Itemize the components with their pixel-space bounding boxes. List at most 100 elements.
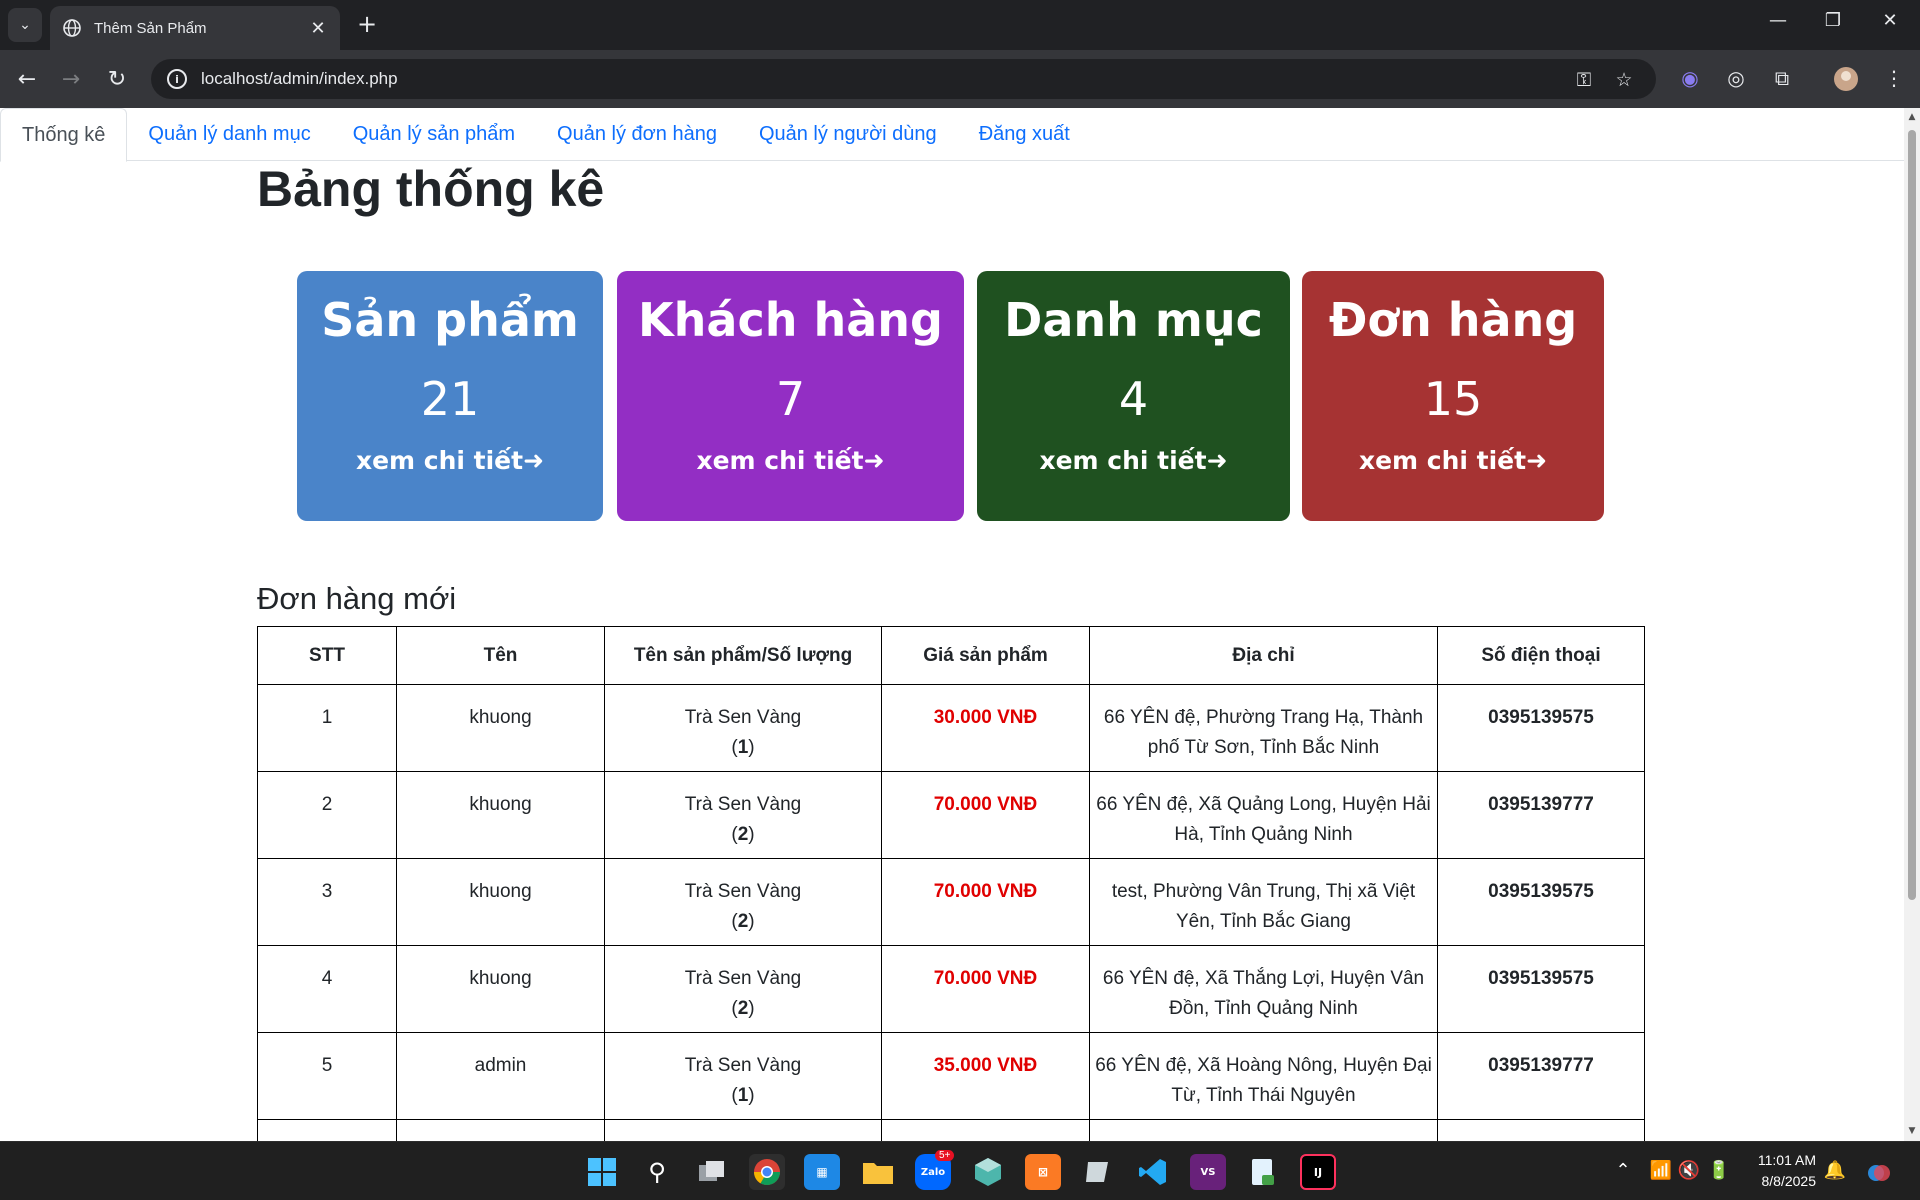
card-detail-link[interactable]: xem chi tiết➜: [617, 441, 964, 481]
scroll-up-icon[interactable]: ▲: [1907, 112, 1917, 122]
card-detail-link[interactable]: xem chi tiết➜: [1302, 441, 1604, 481]
cell-product: Trà Sen Vàng (1): [604, 1032, 882, 1120]
task-view-icon[interactable]: [694, 1154, 730, 1190]
browser-menu-icon[interactable]: ⋮: [1880, 66, 1908, 94]
xampp-icon[interactable]: ⊠: [1025, 1154, 1061, 1190]
card-title: Khách hàng: [638, 293, 943, 347]
show-hidden-icons-icon[interactable]: ⌃: [1610, 1160, 1636, 1181]
table-row: 3 khuong Trà Sen Vàng (2) 70.000 VNĐ test…: [257, 858, 1645, 946]
tab-close-icon[interactable]: ✕: [308, 18, 328, 39]
copilot-icon[interactable]: [1866, 1160, 1892, 1191]
cell-price: 70.000 VNĐ: [881, 945, 1090, 1033]
product-name: Trà Sen Vàng: [684, 881, 802, 902]
card-categories: Danh mục 4 xem chi tiết➜: [977, 271, 1290, 521]
scroll-down-icon[interactable]: ▼: [1907, 1126, 1917, 1136]
cell-product: Trà Sen Vàng (2): [604, 771, 882, 859]
clock-date[interactable]: 8/8/2025: [1740, 1173, 1817, 1189]
cell-name: khuong: [396, 858, 605, 946]
browser-tab[interactable]: Thêm Sản Phẩm ✕: [50, 6, 340, 50]
cell-name: khuong: [396, 945, 605, 1033]
nav-tab-users[interactable]: Quản lý người dùng: [738, 108, 958, 160]
back-icon[interactable]: ←: [12, 64, 42, 94]
product-name: Trà Sen Vàng: [684, 968, 802, 989]
forward-icon[interactable]: →: [56, 64, 86, 94]
cell-phone: 0395139777: [1437, 771, 1645, 859]
product-qty: 2: [737, 911, 749, 932]
cell-name: khuong: [396, 684, 605, 772]
tab-search-icon[interactable]: ⌄: [8, 8, 42, 42]
zalo-badge: 5+: [935, 1150, 955, 1161]
product-name: Trà Sen Vàng: [684, 794, 802, 815]
intellij-icon[interactable]: IJ: [1300, 1154, 1336, 1190]
card-value: 21: [420, 372, 480, 426]
card-detail-link[interactable]: xem chi tiết➜: [297, 441, 603, 481]
password-key-icon[interactable]: ⚿: [1571, 69, 1597, 91]
column-header: Số điện thoại: [1437, 626, 1645, 685]
column-header: Tên: [396, 626, 605, 685]
app-icon[interactable]: [1080, 1154, 1116, 1190]
cell-product: Trà Sen Vàng (2): [604, 945, 882, 1033]
card-value: 15: [1423, 372, 1483, 426]
cell-phone: 0395139575: [1437, 684, 1645, 772]
bookmark-star-icon[interactable]: ☆: [1611, 69, 1637, 91]
card-title: Danh mục: [1004, 293, 1263, 347]
reload-icon[interactable]: ↻: [102, 64, 132, 94]
card-title: Sản phẩm: [321, 293, 579, 347]
profile-avatar[interactable]: [1832, 66, 1860, 94]
start-icon[interactable]: [584, 1154, 620, 1190]
extension-gem-icon[interactable]: ◉: [1676, 66, 1704, 94]
address-bar[interactable]: i localhost/admin/index.php ⚿ ☆: [151, 59, 1656, 99]
volume-muted-icon[interactable]: 🔇: [1676, 1160, 1702, 1181]
restore-icon[interactable]: ❐: [1813, 10, 1853, 31]
globe-icon: [63, 19, 81, 37]
card-value: 7: [775, 372, 806, 426]
file-explorer-icon[interactable]: [860, 1154, 896, 1190]
nav-tab-products[interactable]: Quản lý sản phẩm: [332, 108, 536, 160]
cell-name: admin: [396, 1032, 605, 1120]
new-tab-icon[interactable]: +: [352, 10, 382, 38]
cell-product: Trà Sen Vàng (2): [604, 858, 882, 946]
table-row: 4 khuong Trà Sen Vàng (2) 70.000 VNĐ 66 Y…: [257, 945, 1645, 1033]
nav-tab-orders[interactable]: Quản lý đơn hàng: [536, 108, 738, 160]
extensions-puzzle-icon[interactable]: ⧉: [1768, 66, 1796, 94]
card-detail-link[interactable]: xem chi tiết➜: [977, 441, 1290, 481]
minimize-icon[interactable]: —: [1758, 10, 1798, 31]
visual-studio-icon[interactable]: VS: [1190, 1154, 1226, 1190]
browser-toolbar: ← → ↻ i localhost/admin/index.php ⚿ ☆ ◉ …: [0, 50, 1920, 108]
cell-address: 66 YÊN đệ, Phường Trang Hạ, Thành phố Từ…: [1089, 684, 1438, 772]
wifi-icon[interactable]: 📶: [1648, 1160, 1674, 1181]
cell-address: test, Phường Vân Trung, Thị xã Việt Yên,…: [1089, 858, 1438, 946]
page-scrollbar[interactable]: ▲ ▼: [1904, 108, 1920, 1141]
url-text: localhost/admin/index.php: [201, 69, 398, 88]
chrome-icon[interactable]: [749, 1154, 785, 1190]
column-header: STT: [257, 626, 397, 685]
cell-name: khuong: [396, 771, 605, 859]
cell-address: 66 YÊN đệ, Xã Quảng Long, Huyện Hải Hà, …: [1089, 771, 1438, 859]
search-icon[interactable]: ⚲: [639, 1154, 675, 1190]
product-qty: 1: [737, 1085, 749, 1106]
site-info-icon[interactable]: i: [167, 69, 187, 89]
nav-tab-thong-ke[interactable]: Thống kê: [0, 108, 128, 162]
tab-title: Thêm Sản Phẩm: [94, 19, 207, 37]
table-row: 2 khuong Trà Sen Vàng (2) 70.000 VNĐ 66 Y…: [257, 771, 1645, 859]
window-close-icon[interactable]: ✕: [1870, 10, 1910, 31]
cube-icon[interactable]: [970, 1154, 1006, 1190]
nav-tab-logout[interactable]: Đăng xuất: [958, 108, 1091, 160]
card-orders: Đơn hàng 15 xem chi tiết➜: [1302, 271, 1604, 521]
cell-stt: 3: [257, 858, 397, 946]
cell-stt: 2: [257, 771, 397, 859]
vscode-icon[interactable]: [1135, 1154, 1171, 1190]
windows-taskbar: ⚲ ▦ Zalo 5+ ⊠ VS IJ ⌃ 📶 🔇 🔋 11:01 AM 8/8…: [0, 1141, 1920, 1200]
battery-icon[interactable]: 🔋: [1706, 1160, 1732, 1181]
clock-time[interactable]: 11:01 AM: [1740, 1152, 1816, 1168]
cell-price: 35.000 VNĐ: [881, 1032, 1090, 1120]
store-icon[interactable]: ▦: [804, 1154, 840, 1190]
notification-bell-icon[interactable]: 🔔: [1822, 1160, 1848, 1181]
card-customers: Khách hàng 7 xem chi tiết➜: [617, 271, 964, 521]
column-header: Địa chỉ: [1089, 626, 1438, 685]
scrollbar-thumb[interactable]: [1908, 130, 1916, 900]
card-value: 4: [1118, 372, 1149, 426]
notepad-icon[interactable]: [1245, 1154, 1281, 1190]
extension-compass-icon[interactable]: ◎: [1722, 66, 1750, 94]
nav-tab-categories[interactable]: Quản lý danh mục: [127, 108, 331, 160]
